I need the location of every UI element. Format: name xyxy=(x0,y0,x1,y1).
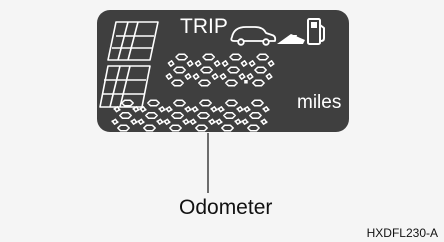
mode-indicator-glyph xyxy=(99,21,159,108)
digit-segment xyxy=(225,79,238,87)
car-icon xyxy=(230,26,277,46)
seven-segment-digit xyxy=(219,53,248,87)
digit-segment xyxy=(265,73,273,80)
digit-segment xyxy=(223,112,236,120)
digit-segment xyxy=(200,66,213,74)
digit-segment xyxy=(262,106,270,113)
digit-segment xyxy=(210,106,218,113)
digit-segment xyxy=(219,73,227,80)
digit-segment xyxy=(194,60,202,67)
seven-segment-digit xyxy=(215,99,244,132)
digit-segment xyxy=(240,60,248,67)
digit-segment xyxy=(189,118,197,125)
digit-segment xyxy=(238,73,246,80)
digit-segment xyxy=(175,53,189,61)
digit-segment xyxy=(119,112,132,120)
digit-segment xyxy=(173,99,186,107)
digit-segment xyxy=(147,99,160,107)
digit-segment xyxy=(221,60,229,67)
odometer-callout-label: Odometer xyxy=(179,196,273,219)
unit-label: miles xyxy=(297,92,342,113)
digit-segment xyxy=(111,118,119,125)
seven-segment-digit xyxy=(165,53,194,87)
digit-segment xyxy=(130,118,138,125)
digit-segment xyxy=(171,112,184,120)
seven-segment-digit xyxy=(189,99,218,132)
digit-segment xyxy=(197,112,210,120)
digit-segment xyxy=(199,99,212,107)
digit-segment xyxy=(156,118,164,125)
digit-segment xyxy=(249,112,262,120)
digit-segment xyxy=(260,118,268,125)
digit-segment xyxy=(252,79,265,87)
digit-segment xyxy=(169,124,182,132)
digit-segment xyxy=(234,118,242,125)
digit-segment xyxy=(165,106,173,113)
digit-segment xyxy=(145,112,158,120)
digit-segment xyxy=(229,53,243,61)
digit-segment xyxy=(184,106,192,113)
digit-segment xyxy=(117,124,130,132)
digit-segment xyxy=(247,124,260,132)
digit-segment xyxy=(243,106,251,113)
decimal-point xyxy=(244,80,248,84)
seven-segment-digit xyxy=(111,99,140,132)
trip-readout xyxy=(165,53,275,87)
digit-segment xyxy=(167,60,175,67)
digit-segment xyxy=(211,73,219,80)
digit-segment xyxy=(173,66,186,74)
digit-segment xyxy=(248,60,256,67)
seven-segment-digit xyxy=(241,99,270,132)
digit-segment xyxy=(221,124,234,132)
seven-segment-digit xyxy=(163,99,192,132)
digit-segment xyxy=(121,99,134,107)
digit-segment xyxy=(254,66,267,74)
digit-segment xyxy=(215,118,223,125)
digit-segment xyxy=(213,60,221,67)
digit-segment xyxy=(208,118,216,125)
road-icon xyxy=(277,34,305,44)
digit-segment xyxy=(143,124,156,132)
trip-label: TRIP xyxy=(180,15,228,38)
digit-segment xyxy=(186,60,194,67)
digit-segment xyxy=(198,79,211,87)
seven-segment-digit xyxy=(246,53,275,87)
digit-segment xyxy=(184,73,192,80)
figure-code: HXDFL230-A xyxy=(366,226,438,240)
fuel-pump-icon xyxy=(307,18,325,45)
digit-segment xyxy=(246,73,254,80)
digit-segment xyxy=(256,53,270,61)
digit-segment xyxy=(251,99,264,107)
odometer-readout xyxy=(111,99,270,132)
digit-segment xyxy=(236,106,244,113)
digit-segment xyxy=(195,124,208,132)
digit-segment xyxy=(267,60,275,67)
digit-segment xyxy=(163,118,171,125)
seven-segment-digit xyxy=(192,53,221,87)
digit-segment xyxy=(202,53,216,61)
digit-segment xyxy=(182,118,190,125)
digit-segment xyxy=(165,73,173,80)
digit-segment xyxy=(217,106,225,113)
digit-segment xyxy=(241,118,249,125)
digit-segment xyxy=(171,79,184,87)
figure: TRIP miles Odometer HXDFL230-A xyxy=(0,0,444,242)
digit-segment xyxy=(137,118,145,125)
digit-segment xyxy=(227,66,240,74)
digit-segment xyxy=(191,106,199,113)
digit-segment xyxy=(158,106,166,113)
digit-segment xyxy=(225,99,238,107)
digit-segment xyxy=(192,73,200,80)
